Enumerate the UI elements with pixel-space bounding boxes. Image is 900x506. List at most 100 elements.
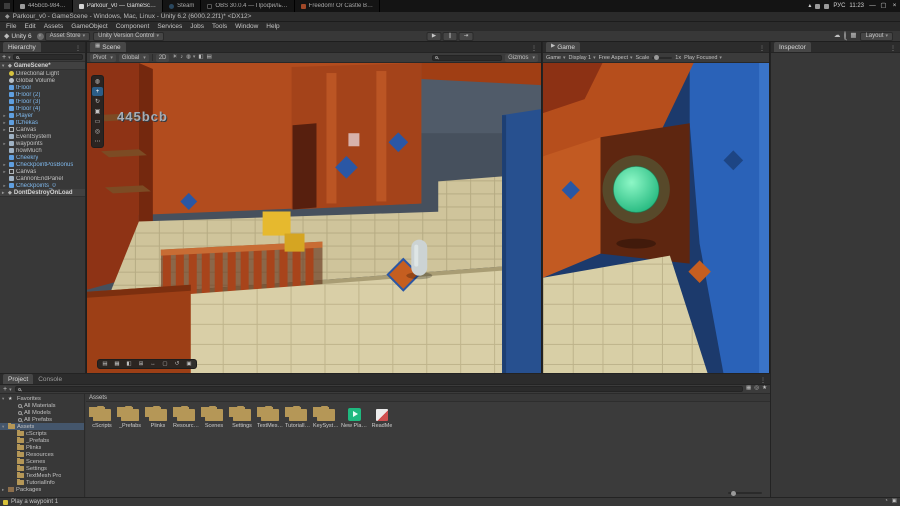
status-message[interactable]: Play a waypoint 1 [11,499,58,505]
tree-row[interactable]: ▾ Assets [0,422,84,430]
scene-3d-text[interactable]: 445bcb [117,109,168,124]
audio-toggle-icon[interactable]: ♪ [180,54,183,61]
hidden-objects-icon[interactable]: ◧ [198,54,203,61]
hierarchy-item[interactable]: ▸ waypoints [0,140,85,147]
overlay-button[interactable]: ⊞ [136,360,146,368]
game-mode-dropdown[interactable]: Game [546,55,566,61]
asset-grid-item[interactable]: Plinks [145,406,171,429]
fold-arrow[interactable]: ▸ [2,120,7,126]
fold-arrow[interactable]: ▸ [2,169,7,175]
fold-arrow[interactable]: ▸ [2,141,7,147]
handle-orientation-dropdown[interactable]: Global [118,53,149,62]
hierarchy-item[interactable]: CannonEndPanel [0,175,85,182]
overlay-button[interactable]: ▤ [100,360,110,368]
asset-grid-item[interactable]: TextMes… [257,406,283,429]
hierarchy-item[interactable]: howMuch [0,147,85,154]
asset-grid-item[interactable]: cScripts [89,406,115,429]
overlay-button[interactable]: ◧ [124,360,134,368]
2d-toggle[interactable]: 2D [155,53,170,62]
menu-item[interactable]: Help [262,23,283,30]
asset-store-button[interactable]: Asset Store [44,31,91,41]
tree-row[interactable]: All Models [0,409,84,416]
volume-icon[interactable] [824,3,830,9]
menu-item[interactable]: Component [112,23,154,30]
clock[interactable]: 11:23 [849,3,864,9]
hierarchy-item[interactable]: ▸ tChekas [0,119,85,126]
panel-menu-icon[interactable] [759,377,767,384]
tool-button[interactable]: ◍ [92,77,103,86]
pivot-mode-dropdown[interactable]: Pivot [90,53,116,62]
hierarchy-item[interactable]: ▸ Player [0,112,85,119]
tab-scene[interactable]: ▦ Scene [90,42,126,52]
minimize-button[interactable]: — [867,0,878,12]
overlay-button[interactable]: ▣ [184,360,194,368]
cloud-icon[interactable]: ☁ [834,32,841,40]
dontdestroyonload-header[interactable]: ▸ ◆ DontDestroyOnLoad [0,189,85,197]
tray-chevron-icon[interactable]: ▴ [808,3,811,9]
hierarchy-item[interactable]: tFloor (2) [0,91,85,98]
menu-item[interactable]: Jobs [186,23,208,30]
window-tab[interactable]: Parkour_v0 — GameSc… [72,0,164,12]
play-focused-dropdown[interactable]: Play Focused [684,55,722,61]
tree-row[interactable]: TutorialInfo [0,478,84,486]
tab-hierarchy[interactable]: Hierarchy [3,42,41,52]
asset-grid-item[interactable]: _Prefabs [117,406,143,429]
hierarchy-item[interactable]: Directional Light [0,70,85,77]
overlay-button[interactable]: ↺ [172,360,182,368]
overlay-button[interactable]: ▢ [160,360,170,368]
menu-item[interactable]: GameObject [67,23,112,30]
asset-grid-item[interactable]: New Play… [341,406,367,429]
version-control-button[interactable]: Unity Version Control [93,31,165,41]
fold-arrow[interactable]: ▾ [2,63,6,69]
player-capsule[interactable] [411,239,428,276]
maximize-button[interactable]: ▢ [878,0,889,12]
tab-game[interactable]: ▶ Game [546,42,580,52]
window-tab[interactable]: Steam [163,0,202,12]
layers-icon[interactable]: ▦ [850,32,856,40]
game-viewport[interactable] [543,63,769,373]
breadcrumb[interactable]: Assets [86,394,770,402]
menu-item[interactable]: Window [231,23,262,30]
tree-row[interactable]: All Prefabs [0,416,84,423]
asset-grid-item[interactable]: Resources [173,406,199,429]
asset-grid-item[interactable]: Scenes [201,406,227,429]
tool-button[interactable]: ▭ [92,117,103,126]
create-asset-button[interactable] [3,386,12,393]
fold-arrow[interactable]: ▸ [2,127,7,133]
step-button[interactable]: ⇥ [458,31,474,41]
tree-row[interactable]: Scenes [0,457,84,465]
scale-slider[interactable] [652,55,673,60]
window-tab[interactable]: Freedom! Or Castle B… [295,0,381,12]
asset-grid-item[interactable]: ReadMe [369,406,395,429]
pause-button[interactable]: ∥ [442,31,458,41]
account-dropdown[interactable] [36,32,44,40]
menu-item[interactable]: Tools [208,23,231,30]
asset-grid-item[interactable]: TutorialIn… [285,406,311,429]
hierarchy-item[interactable]: Cheekry [0,154,85,161]
tab-group-icon[interactable] [0,0,14,12]
display-dropdown[interactable]: Display 1 [569,55,596,61]
overlay-button[interactable]: ↔ [148,360,158,368]
tool-button[interactable]: ⋯ [92,137,103,146]
hierarchy-item[interactable]: EventSystem [0,133,85,140]
menu-item[interactable]: Services [153,23,186,30]
tree-row[interactable]: TextMesh Pro [0,471,84,479]
tab-inspector[interactable]: Inspector [774,42,811,52]
asset-grid-item[interactable]: Settings [229,406,255,429]
fold-arrow[interactable]: ▸ [2,183,7,189]
search-by-type-icon[interactable]: ▦ [746,386,751,392]
window-tab[interactable]: 445bcb-984… [14,0,73,12]
hierarchy-item[interactable]: tFloor (3) [0,98,85,105]
fold-arrow[interactable]: ▸ [2,113,7,119]
hierarchy-item[interactable]: Global Volume [0,77,85,84]
panel-menu-icon[interactable] [530,45,538,52]
scene-viewport[interactable]: 445bcb ◍ + ↻ ▣ ▭ ◎ ⋯ ▤ ▦ ◧ ⊞ ↔ ▢ ↺ ▣ [87,63,541,373]
keyboard-language[interactable]: РУС [833,3,845,9]
menu-item[interactable]: Edit [20,23,39,30]
gizmos-dropdown[interactable]: Gizmos [505,53,538,62]
search-icon[interactable] [844,30,847,40]
tool-button[interactable]: ▣ [92,107,103,116]
tool-button[interactable]: + [92,87,103,96]
slider-knob[interactable] [654,55,660,60]
tree-row[interactable]: Plinks [0,443,84,451]
